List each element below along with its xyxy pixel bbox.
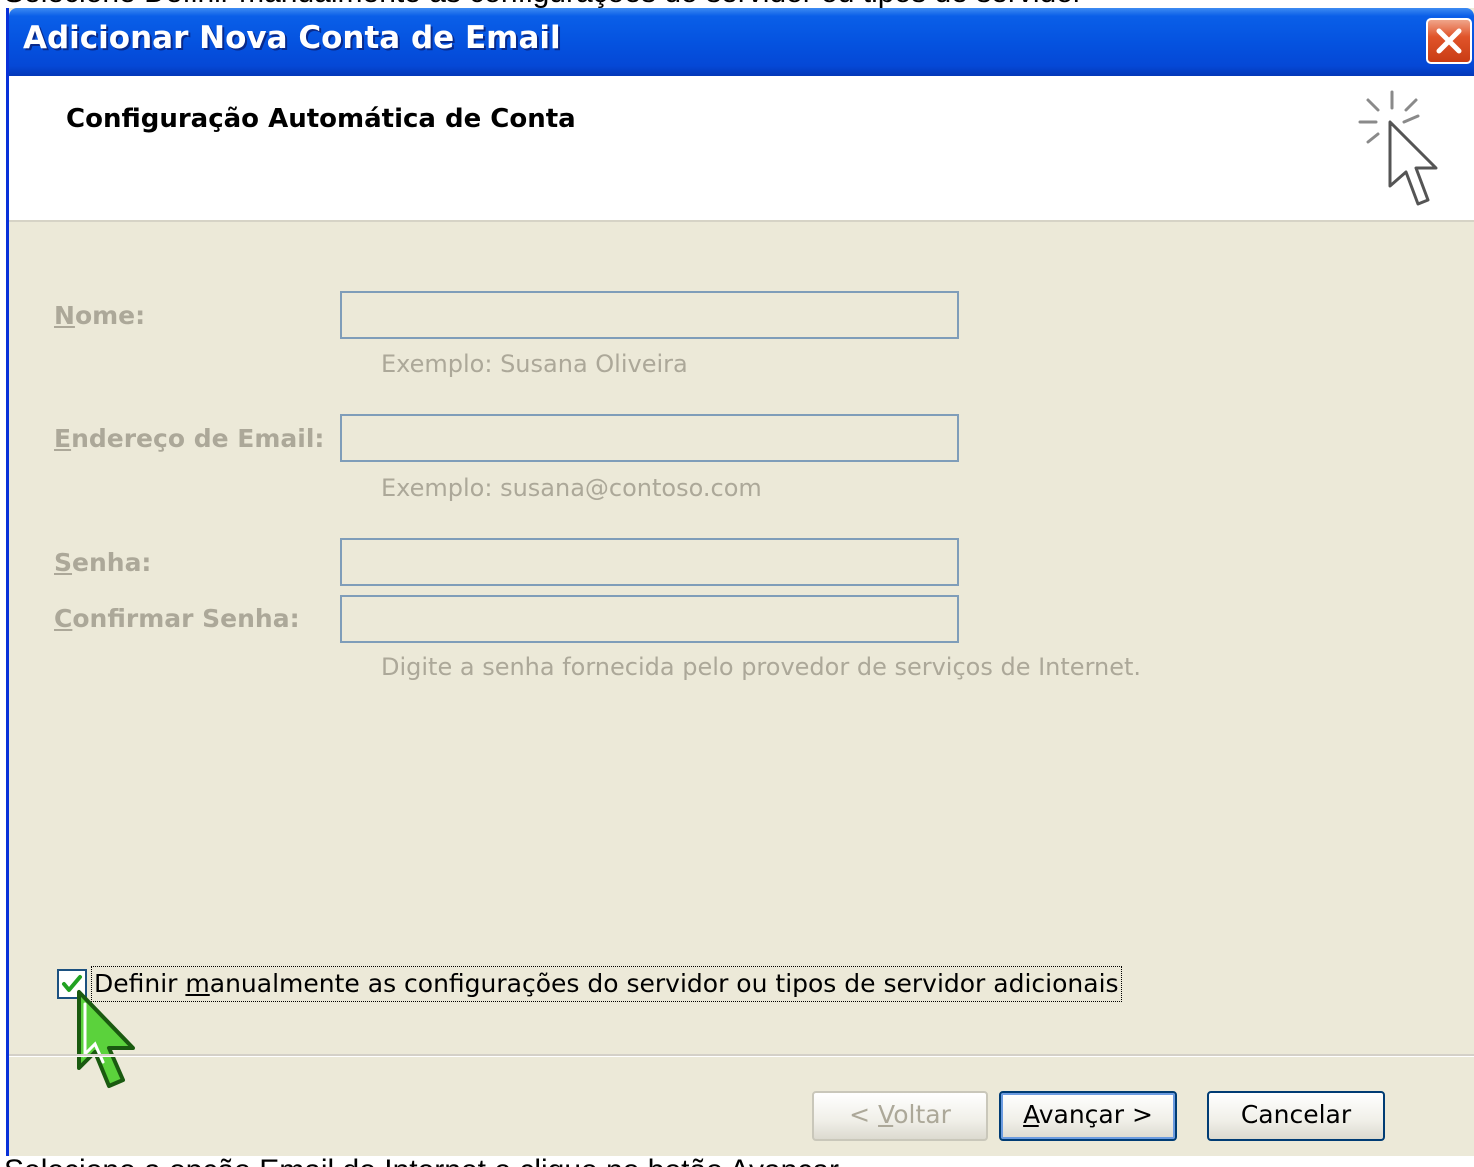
password-input[interactable] xyxy=(340,538,959,586)
confirm-password-label: Confirmar Senha: xyxy=(54,604,300,633)
email-hint: Exemplo: susana@contoso.com xyxy=(381,474,762,502)
next-button[interactable]: Avançar > xyxy=(999,1091,1177,1141)
confirm-password-input[interactable] xyxy=(340,595,959,643)
footer-separator xyxy=(9,1054,1474,1057)
email-input[interactable] xyxy=(340,414,959,462)
page-title: Configuração Automática de Conta xyxy=(66,104,576,134)
add-email-account-dialog: Adicionar Nova Conta de Email Configuraç… xyxy=(6,8,1474,1156)
name-hint: Exemplo: Susana Oliveira xyxy=(381,350,688,378)
close-icon xyxy=(1436,28,1462,54)
name-label: Nome: xyxy=(54,301,146,330)
back-button[interactable]: < Voltar xyxy=(812,1091,988,1141)
close-button[interactable] xyxy=(1426,18,1472,64)
instruction-caption-bottom: Selecione a opção Email de Internet e cl… xyxy=(4,1156,1304,1167)
wizard-header: Configuração Automática de Conta xyxy=(9,76,1474,222)
cancel-button[interactable]: Cancelar xyxy=(1207,1091,1385,1141)
email-label: Endereço de Email: xyxy=(54,424,325,453)
highlighted-pointer-icon xyxy=(77,990,135,1088)
password-hint: Digite a senha fornecida pelo provedor d… xyxy=(381,653,1142,681)
window-title: Adicionar Nova Conta de Email xyxy=(23,20,561,56)
name-input[interactable] xyxy=(340,291,959,339)
instruction-caption-top: Selecione Definir manualmente as configu… xyxy=(4,0,1304,8)
manual-config-label[interactable]: Definir manualmente as configurações do … xyxy=(91,966,1122,1002)
password-label: Senha: xyxy=(54,548,152,577)
title-bar[interactable]: Adicionar Nova Conta de Email xyxy=(9,8,1474,76)
wizard-cursor-sparkle-icon xyxy=(1358,90,1438,206)
